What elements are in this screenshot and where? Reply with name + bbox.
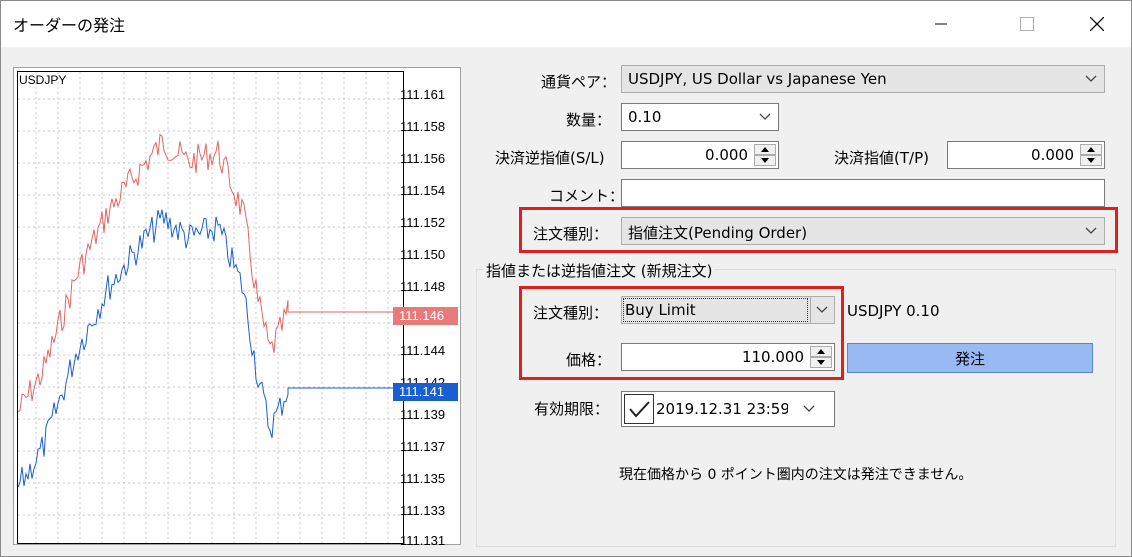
price-axis-label: 111.137: [400, 439, 446, 454]
order-type-label: 注文種別：: [533, 225, 609, 243]
spin-up-icon[interactable]: [810, 346, 832, 357]
chart-plot-area: [17, 71, 404, 544]
stop-loss-input[interactable]: 0.000: [621, 141, 779, 169]
close-icon: [1090, 17, 1104, 31]
checkmark-icon: [629, 401, 650, 418]
bid-price-line: [17, 209, 403, 488]
ask-price-tag: 111.146: [393, 307, 458, 325]
minimize-icon: [935, 23, 947, 25]
spin-down-icon[interactable]: [810, 357, 832, 368]
expiry-checkbox[interactable]: [624, 394, 654, 424]
minimize-button[interactable]: [913, 1, 969, 47]
price-axis-label: 111.161: [400, 87, 446, 102]
expiry-label: 有効期限：: [534, 400, 610, 418]
pending-type-select[interactable]: Buy Limit: [621, 296, 835, 324]
price-axis-label: 111.152: [400, 215, 446, 230]
stop-level-notice: 現在価格から 0 ポイント圏内の注文は発注できません。: [619, 467, 973, 483]
volume-value: 0.10: [628, 108, 662, 126]
price-axis-label: 111.139: [400, 407, 446, 422]
window-title: オーダーの発注: [13, 16, 126, 35]
symbol-volume-text: USDJPY 0.10: [847, 302, 940, 320]
chevron-down-icon: [1085, 227, 1097, 234]
spin-down-icon[interactable]: [754, 155, 776, 166]
maximize-button[interactable]: [999, 1, 1055, 47]
place-order-button[interactable]: 発注: [847, 343, 1093, 373]
price-axis-label: 111.156: [400, 151, 446, 166]
expiry-value: 2019.12.31 23:59: [656, 400, 788, 418]
spin-up-icon[interactable]: [754, 144, 776, 155]
currency-pair-label: 通貨ペア：: [541, 73, 617, 91]
order-dialog: オーダーの発注 USDJPY 111.161 111.158 111.156 1…: [0, 0, 1132, 557]
stop-loss-value: 0.000: [705, 146, 748, 164]
take-profit-spinner[interactable]: [1080, 144, 1102, 166]
chevron-down-icon: [759, 113, 771, 120]
bid-price-tag: 111.141: [393, 383, 458, 401]
take-profit-value: 0.000: [1031, 146, 1074, 164]
chart-canvas: [17, 72, 403, 543]
spin-down-icon[interactable]: [1080, 155, 1102, 166]
order-type-select[interactable]: 指値注文(Pending Order): [621, 217, 1105, 245]
price-axis-label: 111.154: [400, 183, 446, 198]
volume-combobox[interactable]: 0.10: [621, 103, 779, 131]
take-profit-label: 決済指値(T/P): [834, 149, 929, 167]
price-axis-label: 111.131: [400, 533, 446, 548]
chevron-down-icon: [1085, 75, 1097, 82]
tick-chart: [13, 67, 461, 545]
stop-loss-spinner[interactable]: [754, 144, 776, 166]
order-type-value: 指値注文(Pending Order): [628, 224, 808, 242]
stop-loss-label: 決済逆指値(S/L): [495, 149, 605, 167]
close-button[interactable]: [1069, 1, 1125, 47]
pending-type-label: 注文種別：: [533, 304, 609, 322]
comment-input[interactable]: [621, 179, 1105, 207]
ask-price-line: [17, 133, 403, 413]
price-axis-label: 111.133: [400, 503, 446, 518]
currency-pair-select[interactable]: USDJPY, US Dollar vs Japanese Yen: [621, 65, 1105, 93]
price-spinner[interactable]: [810, 346, 832, 368]
pending-type-value: Buy Limit: [625, 301, 696, 319]
price-axis-label: 111.135: [400, 471, 446, 486]
price-input[interactable]: 110.000: [621, 343, 835, 371]
price-axis-label: 111.158: [400, 119, 446, 134]
currency-pair-value: USDJPY, US Dollar vs Japanese Yen: [628, 70, 887, 88]
price-axis-label: 111.144: [400, 343, 446, 358]
maximize-icon: [1020, 17, 1034, 31]
chevron-down-icon: [816, 306, 828, 313]
price-axis-label: 111.148: [400, 279, 446, 294]
pending-group-title: 指値または逆指値注文 (新規注文): [483, 260, 716, 281]
price-axis-label: 111.150: [400, 247, 446, 262]
select-divider: [810, 297, 811, 323]
title-bar: オーダーの発注: [1, 1, 1131, 47]
volume-label: 数量：: [566, 111, 612, 129]
take-profit-input[interactable]: 0.000: [947, 141, 1105, 169]
spin-up-icon[interactable]: [1080, 144, 1102, 155]
price-value: 110.000: [741, 348, 804, 366]
comment-label: コメント：: [549, 187, 625, 205]
chevron-down-icon: [803, 405, 815, 412]
price-label: 価格：: [566, 351, 612, 369]
chart-symbol: USDJPY: [19, 73, 67, 87]
